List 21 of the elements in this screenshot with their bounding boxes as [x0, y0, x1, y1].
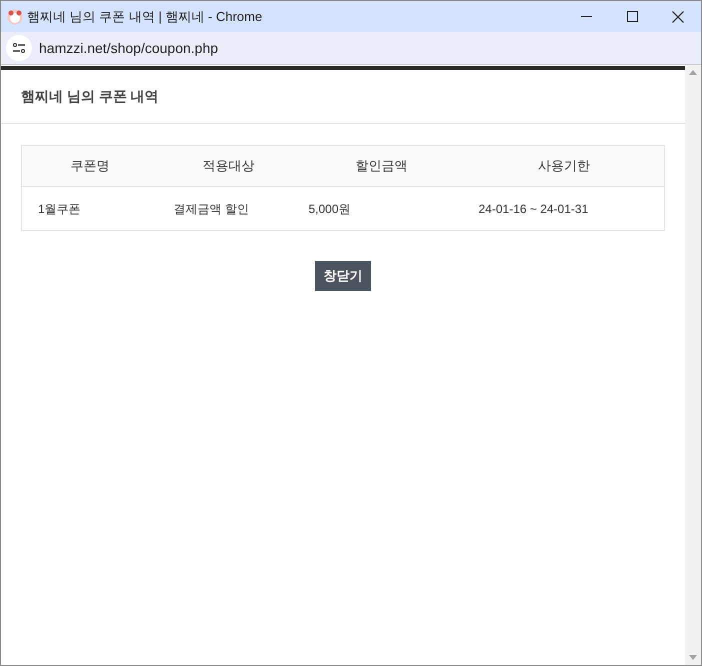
- site-info-button[interactable]: [6, 35, 32, 61]
- table-cell: 5,000원: [300, 186, 464, 230]
- close-button[interactable]: 창닫기: [315, 261, 371, 291]
- page-heading: 햄찌네 님의 쿠폰 내역: [21, 87, 159, 106]
- close-icon: [672, 10, 684, 22]
- url-text[interactable]: hamzzi.net/shop/coupon.php: [39, 38, 218, 58]
- column-header: 쿠폰명: [22, 146, 158, 186]
- column-header: 적용대상: [158, 146, 300, 186]
- site-favicon-icon: [7, 8, 23, 24]
- table-cell: 결제금액 할인: [158, 186, 300, 230]
- tune-icon: [12, 43, 26, 53]
- table-cell: 24-01-16 ~ 24-01-31: [464, 186, 664, 230]
- scroll-up-icon[interactable]: [689, 70, 697, 75]
- window-title: 햄찌네 님의 쿠폰 내역 | 햄찌네 - Chrome: [27, 8, 262, 26]
- minimize-icon: [580, 16, 592, 17]
- scrollbar[interactable]: [685, 65, 701, 665]
- table-cell: 1월쿠폰: [22, 186, 158, 230]
- column-header: 할인금액: [300, 146, 464, 186]
- scroll-down-icon[interactable]: [689, 655, 697, 660]
- column-header: 사용기한: [464, 146, 664, 186]
- maximize-icon: [626, 11, 638, 22]
